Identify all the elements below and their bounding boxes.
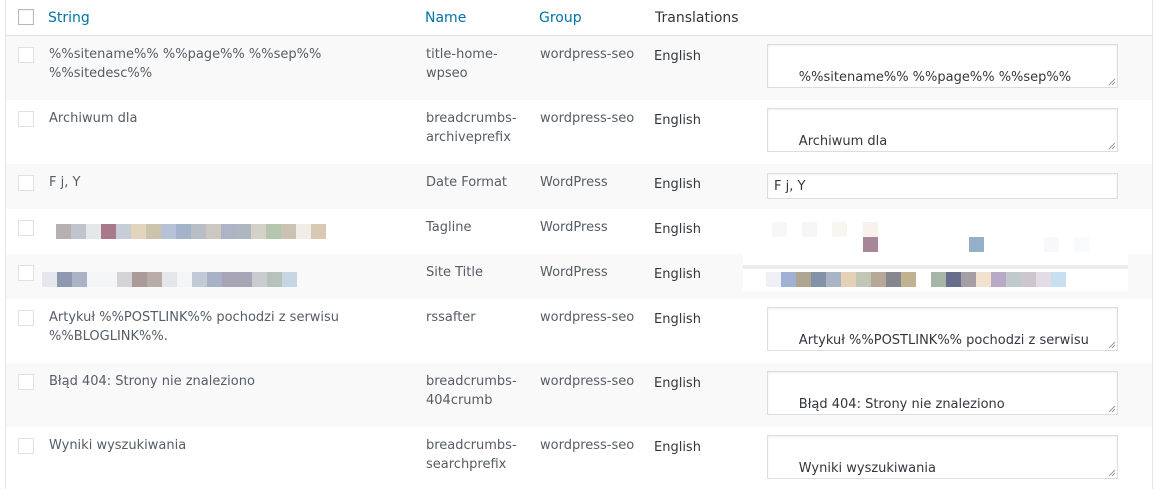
translation-text: Artykuł %%POSTLINK%% pochodzi z serwisu …	[798, 333, 1089, 348]
translation-text: Archiwum dla	[798, 134, 888, 149]
string-value: F j, Y	[49, 175, 81, 190]
string-value: Błąd 404: Strony nie znaleziono	[49, 374, 255, 389]
column-header-translations: Translations	[655, 10, 739, 26]
language-label: English	[654, 376, 701, 391]
row-checkbox[interactable]	[18, 438, 34, 454]
language-label: English	[654, 113, 701, 128]
table-row: Błąd 404: Strony nie znaleziono breadcru…	[6, 363, 1152, 427]
string-value: Archiwum dla	[49, 111, 138, 126]
row-checkbox[interactable]	[18, 374, 34, 390]
row-checkbox[interactable]	[18, 220, 34, 236]
group-value: wordpress-seo	[540, 438, 635, 453]
group-value: WordPress	[540, 220, 608, 235]
row-checkbox[interactable]	[18, 265, 34, 281]
string-value: %%sitename%% %%page%% %%sep%% %%sitedesc…	[49, 47, 326, 81]
translation-text: %%sitename%% %%page%% %%sep%% %%sitedesc…	[798, 70, 1072, 85]
row-checkbox[interactable]	[18, 47, 34, 63]
name-value: Tagline	[426, 220, 472, 235]
group-value: wordpress-seo	[540, 47, 635, 62]
language-label: English	[654, 267, 701, 282]
resize-grip-icon[interactable]	[1108, 78, 1116, 86]
translation-textarea[interactable]: Artykuł %%POSTLINK%% pochodzi z serwisu …	[767, 307, 1118, 351]
translation-textarea[interactable]: Archiwum dla	[767, 108, 1118, 152]
name-value: title-home- wpseo	[426, 47, 498, 81]
name-value: breadcrumbs- searchprefix	[426, 438, 517, 472]
resize-grip-icon[interactable]	[1108, 405, 1116, 413]
pixelation-overlay	[969, 237, 984, 252]
row-checkbox[interactable]	[18, 111, 34, 127]
name-value: Date Format	[426, 175, 508, 190]
group-value: wordpress-seo	[540, 310, 635, 325]
row-checkbox[interactable]	[18, 175, 34, 191]
table-row: Artykuł %%POSTLINK%% pochodzi z serwisu …	[6, 299, 1152, 363]
translation-textarea[interactable]: Błąd 404: Strony nie znaleziono	[767, 371, 1118, 415]
string-value: Wyniki wyszukiwania	[49, 438, 187, 453]
table-row: %%sitename%% %%page%% %%sep%% %%sitedesc…	[6, 36, 1152, 100]
select-all-checkbox[interactable]	[18, 9, 34, 25]
translation-text: F j, Y	[774, 179, 806, 194]
table-row: Archiwum dla breadcrumbs- archiveprefix …	[6, 100, 1152, 164]
resize-grip-icon[interactable]	[1108, 341, 1116, 349]
group-value: WordPress	[540, 265, 608, 280]
translation-textarea[interactable]: %%sitename%% %%page%% %%sep%% %%sitedesc…	[767, 44, 1118, 88]
language-label: English	[654, 177, 701, 192]
translation-textarea[interactable]: Wyniki wyszukiwania	[767, 435, 1118, 479]
pixelation-overlay	[772, 222, 877, 237]
language-label: English	[654, 49, 701, 64]
table-row: Wyniki wyszukiwania breadcrumbs- searchp…	[6, 427, 1152, 489]
strings-translations-table: String Name Group Translations %%sitenam…	[5, 0, 1153, 489]
resize-grip-icon[interactable]	[1108, 469, 1116, 477]
language-label: English	[654, 440, 701, 455]
translation-input[interactable]: F j, Y	[767, 173, 1118, 199]
language-label: English	[654, 222, 701, 237]
group-value: wordpress-seo	[540, 374, 635, 389]
pixelation-overlay	[863, 222, 878, 237]
column-header-string[interactable]: String	[48, 10, 90, 26]
translation-text: Błąd 404: Strony nie znaleziono	[798, 397, 1005, 412]
column-header-group[interactable]: Group	[539, 10, 582, 26]
pixelation-overlay	[42, 272, 297, 287]
pixelation-overlay	[766, 272, 1066, 287]
row-checkbox[interactable]	[18, 310, 34, 326]
name-value: Site Title	[426, 265, 483, 280]
group-value: WordPress	[540, 175, 608, 190]
name-value: breadcrumbs- archiveprefix	[426, 111, 517, 145]
column-header-name[interactable]: Name	[425, 10, 466, 26]
table-header: String Name Group Translations	[6, 0, 1152, 36]
string-value: Artykuł %%POSTLINK%% pochodzi z serwisu …	[49, 310, 340, 344]
pixelation-overlay	[1044, 237, 1089, 252]
name-value: rssafter	[426, 310, 476, 325]
pixelation-overlay	[56, 224, 326, 239]
pixelation-overlay	[863, 237, 878, 252]
language-label: English	[654, 312, 701, 327]
resize-grip-icon[interactable]	[1108, 142, 1116, 150]
group-value: wordpress-seo	[540, 111, 635, 126]
table-row: F j, Y Date Format WordPress English F j…	[6, 164, 1152, 209]
translation-text: Wyniki wyszukiwania	[798, 461, 936, 476]
name-value: breadcrumbs- 404crumb	[426, 374, 517, 408]
